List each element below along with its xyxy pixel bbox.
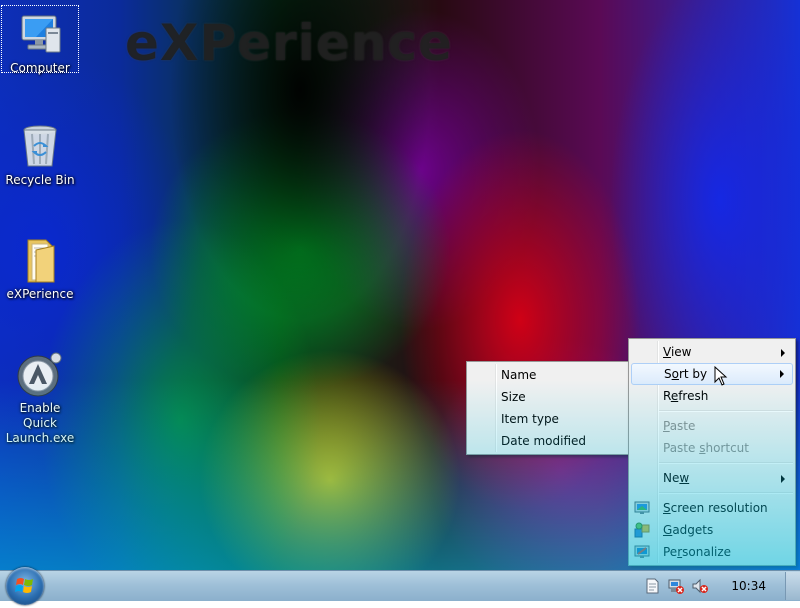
submenu-arrow-icon: [780, 370, 784, 378]
menu-item-paste-shortcut[interactable]: Paste shortcut: [629, 437, 795, 459]
desktop-icon-enable-quick-launch[interactable]: Enable Quick Launch.exe: [2, 346, 78, 446]
menu-separator: [659, 410, 793, 412]
computer-icon: [16, 10, 64, 58]
menu-item-label: aste: [669, 419, 696, 433]
recycle-bin-icon: [16, 122, 64, 170]
desktop-icon-label: Recycle Bin: [5, 173, 75, 187]
folder-icon: [16, 236, 64, 284]
personalize-icon: [634, 545, 650, 558]
menu-item-label: Screen resolution: [663, 501, 768, 515]
menu-separator: [659, 462, 793, 464]
start-button[interactable]: [6, 567, 44, 605]
gadgets-icon: [634, 522, 650, 538]
menu-item-screen-resolution[interactable]: c Screen resolution: [629, 497, 795, 519]
mouse-cursor-icon: [714, 366, 728, 386]
desktop-wallpaper[interactable]: eXPerience Computer Recycle Bin eXPerien…: [0, 0, 800, 570]
action-center-icon[interactable]: [644, 578, 660, 594]
show-desktop-button[interactable]: [785, 572, 800, 600]
desktop-icon-label: Enable Quick Launch.exe: [5, 401, 75, 445]
menu-item-new[interactable]: New: [629, 467, 795, 489]
screen-resolution-icon: [634, 501, 650, 514]
desktop-icon-label: eXPerience: [6, 287, 74, 301]
menu-item-label: Ne: [663, 471, 680, 485]
menu-item-label: Date modified: [501, 434, 587, 448]
menu-item-personalize[interactable]: Personalize: [629, 541, 795, 563]
menu-item-accelerator: w: [679, 471, 690, 485]
sort-by-date-modified-item[interactable]: Date modified: [467, 430, 630, 452]
menu-item-label: Pe: [663, 545, 678, 559]
menu-item-label: Item type: [501, 412, 559, 426]
menu-item-label: iew: [670, 345, 692, 359]
submenu-arrow-icon: [781, 475, 785, 483]
menu-item-view[interactable]: View: [629, 341, 795, 363]
network-icon[interactable]: [668, 578, 684, 594]
system-tray: 10:34: [630, 571, 800, 601]
sort-by-name-item[interactable]: Name: [467, 364, 630, 386]
taskbar: 10:34: [0, 567, 800, 605]
application-icon: [16, 350, 64, 398]
desktop-icon-computer[interactable]: Computer: [1, 5, 79, 75]
menu-item-label: sonalize: [682, 545, 732, 559]
menu-item-label: S: [664, 367, 672, 381]
desktop-context-menu: View Sort by Refresh Paste Paste shortcu…: [628, 338, 796, 566]
desktop-icon-recycle-bin[interactable]: Recycle Bin: [2, 118, 78, 188]
menu-item-label: rt by: [678, 367, 708, 381]
menu-item-accelerator: V: [663, 345, 671, 359]
menu-item-gadgets[interactable]: Gadgets: [629, 519, 795, 541]
menu-item-accelerator: G: [663, 523, 673, 537]
menu-item-label: R: [663, 389, 671, 403]
sort-by-size-item[interactable]: Size: [467, 386, 630, 408]
windows-logo-icon: [15, 578, 33, 593]
menu-item-paste[interactable]: Paste: [629, 415, 795, 437]
wallpaper-watermark: eXPerience: [125, 14, 453, 72]
menu-item-label: Paste: [663, 441, 700, 455]
volume-muted-icon[interactable]: [692, 578, 708, 594]
submenu-arrow-icon: [781, 349, 785, 357]
menu-item-label: hortcut: [705, 441, 749, 455]
desktop-icon-experience-folder[interactable]: eXPerience: [2, 232, 78, 302]
taskbar-clock[interactable]: 10:34: [731, 571, 766, 601]
sort-by-item-type-item[interactable]: Item type: [467, 408, 630, 430]
menu-item-refresh[interactable]: Refresh: [629, 385, 795, 407]
menu-item-sort-by[interactable]: Sort by: [631, 363, 793, 385]
menu-item-label: Name: [501, 368, 537, 382]
menu-item-accelerator: o: [671, 367, 679, 381]
menu-item-accelerator: P: [663, 419, 670, 433]
menu-item-label: Size: [501, 390, 526, 404]
menu-separator: [659, 492, 793, 494]
sort-by-submenu: Name Size Item type Date modified: [466, 361, 631, 455]
menu-item-label: adgets: [672, 523, 714, 537]
desktop-icon-label: Computer: [10, 61, 70, 75]
menu-item-label: fresh: [678, 389, 709, 403]
